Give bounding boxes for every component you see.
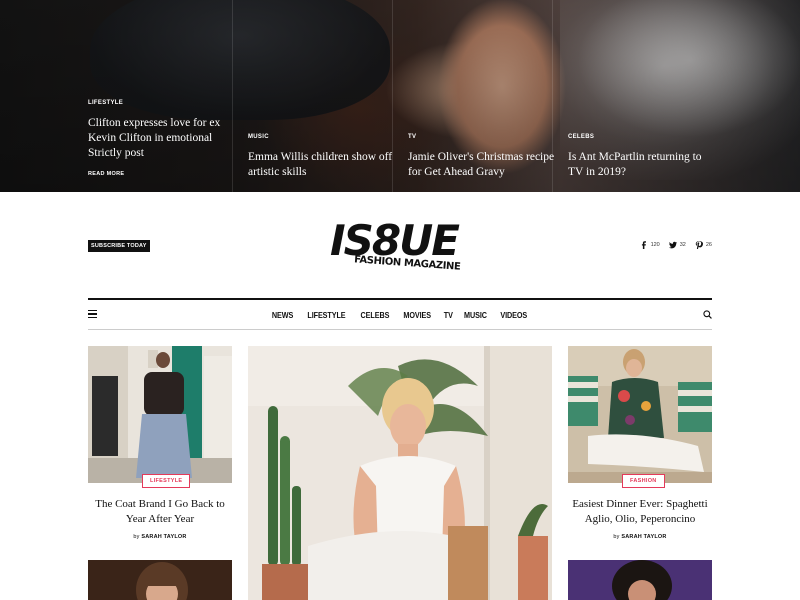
hero-story-title[interactable]: Jamie Oliver's Christmas recipe for Get … — [408, 150, 558, 180]
hero-story-category[interactable]: Lifestyle — [88, 100, 238, 106]
nav-item-celebs[interactable]: Celebs — [361, 310, 390, 320]
hero-story-category[interactable]: Celebs — [568, 134, 718, 140]
featured-photo — [248, 346, 552, 600]
article-image-bottom-right[interactable] — [568, 560, 712, 600]
social-count: 120 — [650, 242, 660, 248]
hero-banner[interactable]: Lifestyle Clifton expresses love for ex … — [0, 0, 800, 192]
hero-story-title[interactable]: Is Ant McPartlin returning to TV in 2019… — [568, 150, 718, 180]
nav-item-lifestyle[interactable]: Lifestyle — [308, 310, 346, 320]
hero-story-3[interactable]: TV Jamie Oliver's Christmas recipe for G… — [408, 134, 558, 180]
social-count: 32 — [679, 242, 686, 248]
pinterest-icon — [695, 241, 703, 249]
hero-story-category[interactable]: TV — [408, 134, 558, 140]
nav-links: News Lifestyle Celebs Movies TV Music Vi… — [88, 300, 712, 330]
nav-item-music[interactable]: Music — [464, 310, 487, 320]
article-photo — [88, 346, 232, 483]
hero-story-title[interactable]: Clifton expresses love for ex Kevin Clif… — [88, 116, 238, 161]
hero-story-2[interactable]: Music Emma Willis children show off arti… — [248, 134, 398, 180]
category-tag[interactable]: Fashion — [622, 474, 665, 488]
article-byline: by Sarah Taylor — [568, 534, 712, 540]
author-name[interactable]: Sarah Taylor — [621, 534, 666, 540]
featured-article-image[interactable] — [248, 346, 552, 600]
article-image-dinner[interactable] — [568, 346, 712, 483]
main-navigation: News Lifestyle Celebs Movies TV Music Vi… — [88, 298, 712, 330]
byline-prefix: by — [133, 534, 140, 540]
category-tag[interactable]: Lifestyle — [142, 474, 191, 488]
social-pinterest[interactable]: 26 — [695, 241, 712, 249]
nav-item-videos[interactable]: Videos — [501, 310, 528, 320]
article-byline: by Sarah Taylor — [88, 534, 232, 540]
nav-item-tv[interactable]: TV — [443, 310, 452, 320]
byline-prefix: by — [613, 534, 620, 540]
hero-story-category[interactable]: Music — [248, 134, 398, 140]
hero-story-1[interactable]: Lifestyle Clifton expresses love for ex … — [88, 100, 238, 177]
nav-item-news[interactable]: News — [272, 310, 293, 320]
author-name[interactable]: Sarah Taylor — [141, 534, 186, 540]
hero-story-title[interactable]: Emma Willis children show off artistic s… — [248, 150, 398, 180]
social-facebook[interactable]: 120 — [640, 241, 660, 249]
article-photo — [88, 560, 232, 600]
article-image-bottom-left[interactable] — [88, 560, 232, 600]
search-icon[interactable] — [703, 310, 712, 319]
article-title[interactable]: Easiest Dinner Ever: Spaghetti Aglio, Ol… — [566, 497, 714, 527]
facebook-icon — [641, 241, 646, 249]
subscribe-button[interactable]: Subscribe today — [88, 240, 150, 252]
social-count: 26 — [705, 242, 712, 248]
social-links: 120 32 26 — [640, 241, 712, 249]
article-image-coat[interactable] — [88, 346, 232, 483]
site-logo[interactable]: IS8UE FASHION MAGAZINE — [320, 218, 480, 282]
article-photo — [568, 346, 712, 483]
read-more-link[interactable]: Read more — [88, 171, 238, 177]
hero-story-4[interactable]: Celebs Is Ant McPartlin returning to TV … — [568, 134, 718, 180]
article-photo — [568, 560, 712, 600]
nav-item-movies[interactable]: Movies — [404, 310, 432, 320]
twitter-icon — [668, 241, 677, 249]
article-title[interactable]: The Coat Brand I Go Back to Year After Y… — [88, 497, 232, 527]
social-twitter[interactable]: 32 — [668, 241, 686, 249]
